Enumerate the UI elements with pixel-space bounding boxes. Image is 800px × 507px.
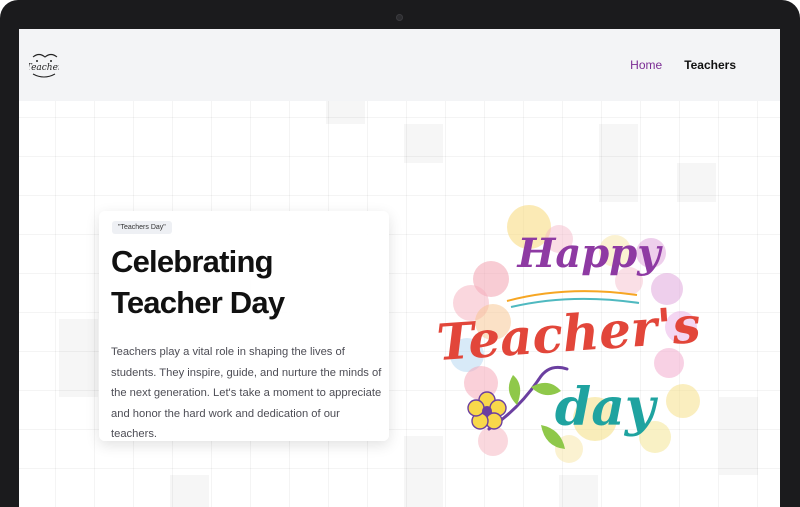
illustration-happy-text: Happy <box>517 230 664 277</box>
illustration-day-text: day <box>555 377 659 438</box>
nav-home-link[interactable]: Home <box>630 58 662 72</box>
laptop-frame: Teacher Home Teachers "Teachers Day" Cel… <box>0 0 800 507</box>
grid-shade <box>170 475 209 507</box>
nav-teachers-link[interactable]: Teachers <box>684 58 736 72</box>
hero-description: Teachers play a vital role in shaping th… <box>111 346 382 440</box>
svg-text:Teacher: Teacher <box>29 63 59 73</box>
hero-badge: "Teachers Day" <box>112 221 172 234</box>
grid-shade <box>59 319 98 397</box>
browser-viewport: Teacher Home Teachers "Teachers Day" Cel… <box>19 29 780 507</box>
grid-shade <box>404 124 443 163</box>
grid-shade <box>559 475 598 507</box>
hero-title: Celebrating Teacher Day <box>111 244 285 320</box>
webcam-icon <box>396 14 403 21</box>
site-header: Teacher Home Teachers <box>19 29 780 101</box>
site-logo[interactable]: Teacher <box>26 49 63 81</box>
logo-icon: Teacher <box>26 53 63 78</box>
grid-shade <box>326 101 365 124</box>
grid-shade <box>719 397 758 475</box>
hero-card: "Teachers Day" Celebrating Teacher Day T… <box>99 211 389 441</box>
main-nav: Home Teachers <box>630 58 736 72</box>
happy-teachers-day-illustration: Happy Teacher's day <box>419 179 719 469</box>
